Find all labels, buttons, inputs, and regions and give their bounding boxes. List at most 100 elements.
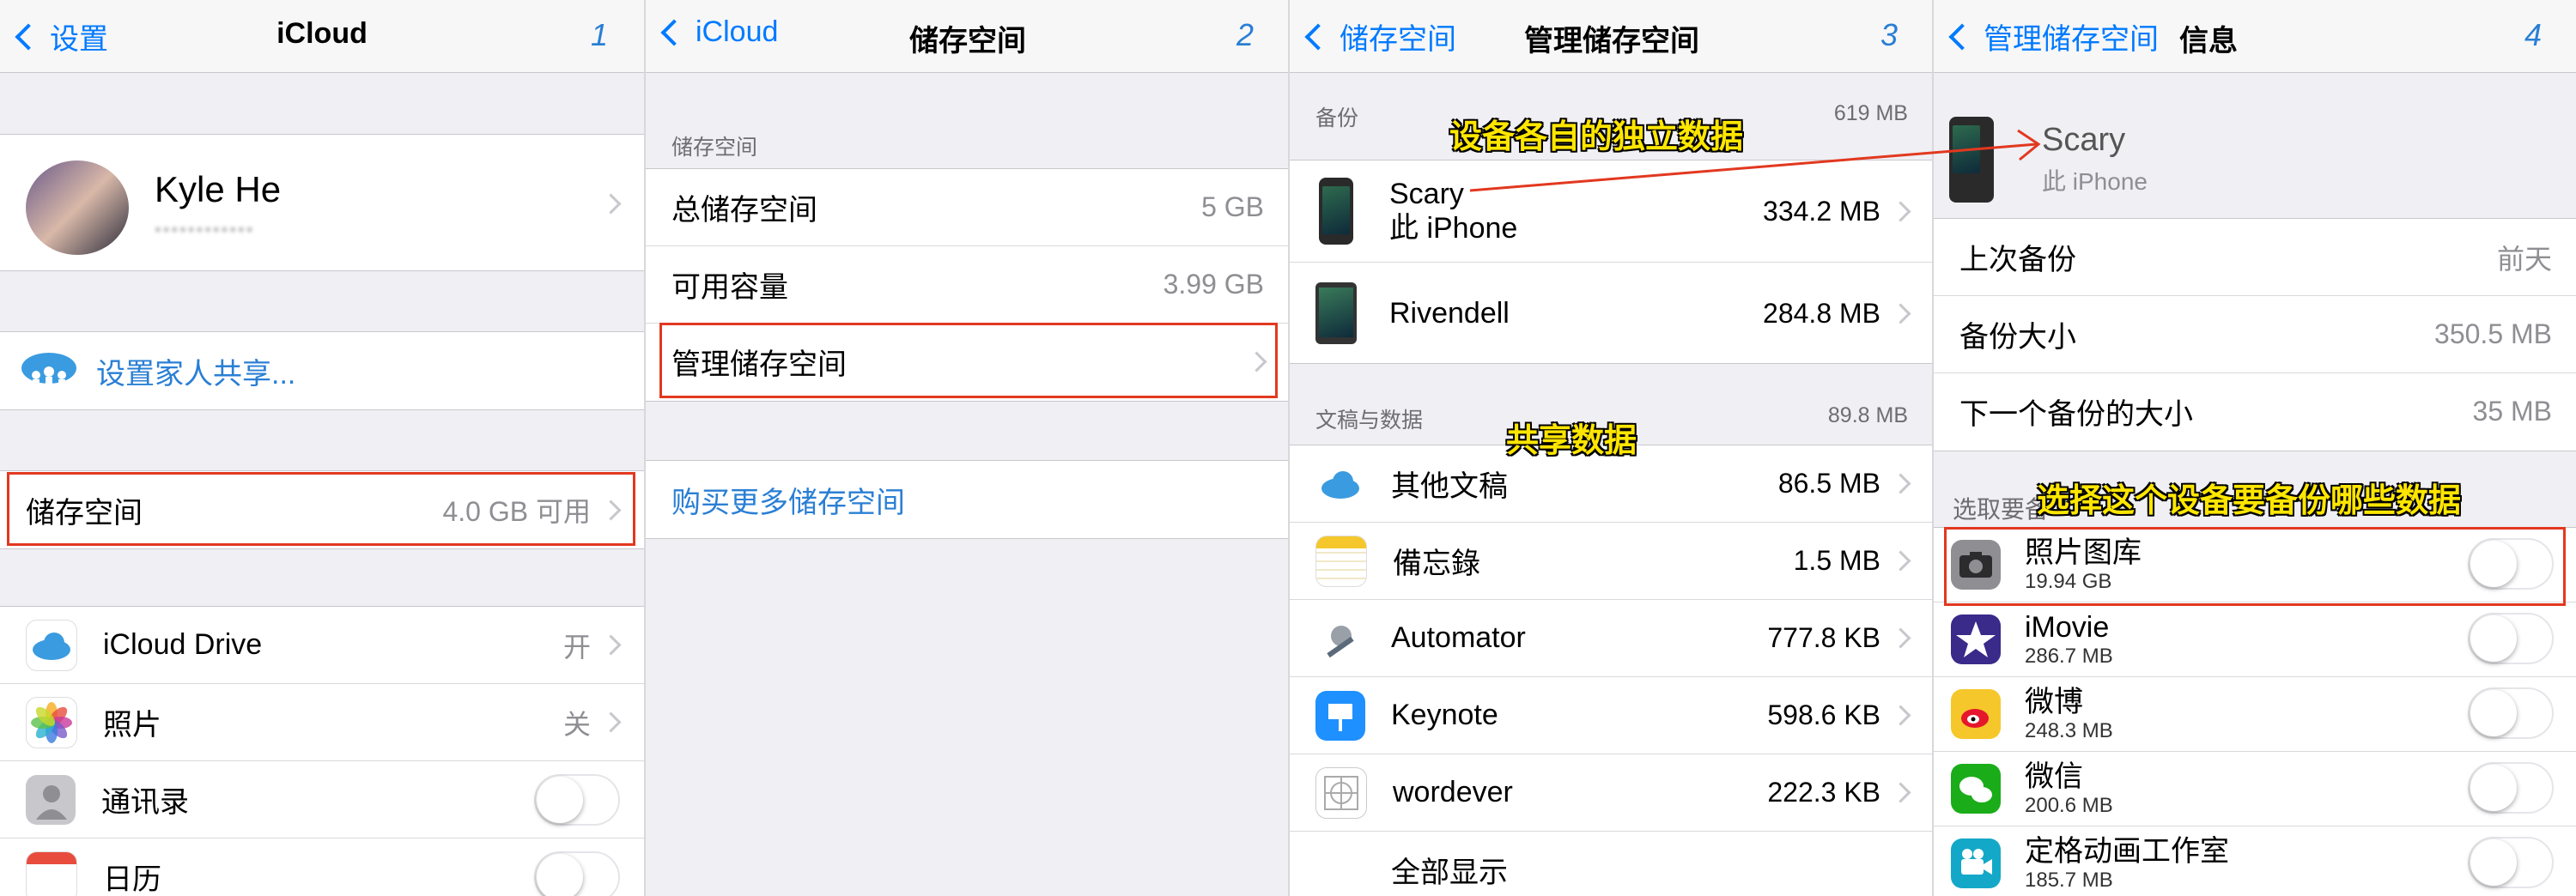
device-sub: 此 iPhone bbox=[2042, 168, 2148, 195]
family-sharing-label: 设置家人共享... bbox=[96, 357, 296, 390]
item-size: 777.8 KB bbox=[1767, 622, 1880, 653]
item-label: 下一个备份的大小 bbox=[1959, 398, 2193, 431]
chevron-right-icon bbox=[1890, 705, 1911, 726]
iphone-icon bbox=[1949, 117, 1994, 203]
list-item[interactable]: 照片 关 bbox=[0, 684, 644, 761]
item-value: 3.99 GB bbox=[1163, 269, 1264, 300]
icloud-icon bbox=[1315, 458, 1365, 509]
contacts-toggle[interactable] bbox=[534, 773, 620, 826]
chevron-right-icon bbox=[1890, 627, 1911, 649]
stop-motion-toggle[interactable] bbox=[2468, 837, 2554, 888]
list-item: 通讯录 bbox=[0, 761, 644, 838]
item-size: 222.3 KB bbox=[1767, 777, 1880, 808]
panel-storage: iCloud 储存空间 2 储存空间 总储存空间 5 GB 可用容量 3.99 … bbox=[644, 0, 1290, 896]
family-sharing-row[interactable]: 设置家人共享... bbox=[0, 331, 644, 410]
list-item[interactable]: Keynote 598.6 KB bbox=[1290, 677, 1934, 754]
page-title: iCloud bbox=[276, 17, 368, 50]
item-label: 可用容量 bbox=[671, 271, 788, 304]
chevron-right-icon bbox=[600, 711, 622, 733]
app-name: 定格动画工作室 bbox=[2025, 835, 2229, 868]
section-header: 选取要备 bbox=[1953, 496, 2050, 523]
list-item[interactable]: iCloud Drive 开 bbox=[0, 607, 644, 684]
imovie-icon bbox=[1951, 614, 2001, 664]
show-all-label: 全部显示 bbox=[1391, 857, 1508, 889]
wordever-icon bbox=[1315, 766, 1367, 819]
family-icon bbox=[21, 353, 76, 390]
backup-info-group: 上次备份 前天 备份大小 350.5 MB 下一个备份的大小 35 MB bbox=[1934, 218, 2576, 451]
weibo-toggle[interactable] bbox=[2468, 687, 2554, 739]
item-label: iCloud Drive bbox=[103, 628, 263, 661]
item-label: 日历 bbox=[103, 863, 161, 896]
chevron-left-icon bbox=[1948, 22, 1976, 51]
item-value: 前天 bbox=[2496, 243, 2552, 275]
device-name: Scary bbox=[2042, 122, 2126, 158]
device-row[interactable]: Scary 此 iPhone 334.2 MB bbox=[1290, 160, 1934, 263]
buy-storage-label: 购买更多储存空间 bbox=[671, 486, 905, 519]
highlight-box bbox=[659, 323, 1278, 398]
device-row[interactable]: Rivendell 284.8 MB bbox=[1290, 263, 1934, 364]
wechat-toggle[interactable] bbox=[2468, 762, 2554, 814]
item-size: 598.6 KB bbox=[1767, 699, 1880, 730]
section-total: 619 MB bbox=[1833, 101, 1908, 125]
annotation-docs: 共享数据 bbox=[1506, 423, 1637, 459]
chevron-right-icon bbox=[1890, 200, 1911, 222]
list-item: 上次备份 前天 bbox=[1934, 219, 2576, 296]
highlight-box bbox=[1944, 527, 2566, 606]
list-item: 可用容量 3.99 GB bbox=[646, 246, 1290, 324]
annotation-backup: 设备各自的独立数据 bbox=[1449, 119, 1744, 155]
step-number: 1 bbox=[590, 17, 608, 52]
nav-bar: 管理储存空间 信息 4 bbox=[1934, 0, 2576, 73]
profile-row[interactable]: Kyle He •••••••••••• bbox=[0, 134, 644, 271]
device-name: Rivendell bbox=[1389, 296, 1510, 330]
calendar-toggle[interactable] bbox=[534, 851, 620, 896]
item-size: 86.5 MB bbox=[1777, 468, 1880, 499]
step-number: 3 bbox=[1880, 17, 1898, 52]
app-list: iCloud Drive 开 照片 关 通讯录 日历 bbox=[0, 606, 644, 896]
docs-group: 其他文稿 86.5 MB 備忘錄 1.5 MB Automator 777.8 … bbox=[1290, 445, 1934, 896]
list-item: 日历 bbox=[0, 838, 644, 896]
avatar bbox=[26, 160, 129, 255]
page-title: 信息 bbox=[2179, 25, 2238, 58]
wechat-icon bbox=[1951, 764, 2001, 814]
item-label: 備忘錄 bbox=[1393, 548, 1480, 580]
list-item: 总储存空间 5 GB bbox=[646, 169, 1290, 246]
list-item[interactable]: 備忘錄 1.5 MB bbox=[1290, 523, 1934, 600]
list-item[interactable]: Automator 777.8 KB bbox=[1290, 600, 1934, 677]
item-label: Automator bbox=[1391, 621, 1526, 654]
step-number: 2 bbox=[1236, 17, 1254, 52]
list-item[interactable]: wordever 222.3 KB bbox=[1290, 754, 1934, 832]
chevron-right-icon bbox=[600, 634, 622, 656]
annotation-select: 选择这个设备要备份哪些数据 bbox=[2037, 483, 2462, 519]
list-item: 微博 248.3 MB bbox=[1934, 677, 2576, 752]
calendar-icon bbox=[26, 851, 77, 896]
app-size: 185.7 MB bbox=[2025, 869, 2113, 892]
item-label: 上次备份 bbox=[1959, 244, 2076, 276]
item-label: 通讯录 bbox=[101, 786, 189, 819]
imovie-toggle[interactable] bbox=[2468, 613, 2554, 664]
panel-icloud: 设置 iCloud 1 Kyle He •••••••••••• 设置家人共享.… bbox=[0, 0, 644, 896]
highlight-box bbox=[7, 472, 635, 546]
app-name: iMovie bbox=[2025, 611, 2110, 644]
item-label: 照片 bbox=[103, 709, 161, 742]
app-name: 微博 bbox=[2025, 686, 2083, 718]
panel-info: 管理储存空间 信息 4 Scary 此 iPhone 上次备份 前天 备份大小 … bbox=[1932, 0, 2576, 896]
app-size: 286.7 MB bbox=[2025, 645, 2113, 668]
step-number: 4 bbox=[2524, 17, 2542, 52]
section-total: 89.8 MB bbox=[1827, 403, 1908, 427]
buy-storage-row[interactable]: 购买更多储存空间 bbox=[646, 460, 1290, 539]
nav-bar: 设置 iCloud 1 bbox=[0, 0, 644, 73]
list-item: 微信 200.6 MB bbox=[1934, 752, 2576, 826]
profile-name: Kyle He bbox=[155, 169, 282, 209]
chevron-right-icon bbox=[600, 193, 622, 215]
device-name: Scary bbox=[1389, 178, 1464, 210]
backup-group: Scary 此 iPhone 334.2 MB Rivendell 284.8 M… bbox=[1290, 160, 1934, 364]
device-size: 334.2 MB bbox=[1763, 195, 1880, 227]
item-label: 其他文稿 bbox=[1391, 470, 1508, 503]
item-label: Keynote bbox=[1391, 699, 1498, 731]
device-size: 284.8 MB bbox=[1763, 297, 1880, 329]
device-sub: 此 iPhone bbox=[1389, 212, 1518, 245]
item-value: 开 bbox=[562, 631, 591, 663]
contacts-icon bbox=[26, 774, 76, 825]
profile-email: •••••••••••• bbox=[155, 219, 255, 240]
show-all-row[interactable]: 全部显示 bbox=[1290, 832, 1934, 896]
